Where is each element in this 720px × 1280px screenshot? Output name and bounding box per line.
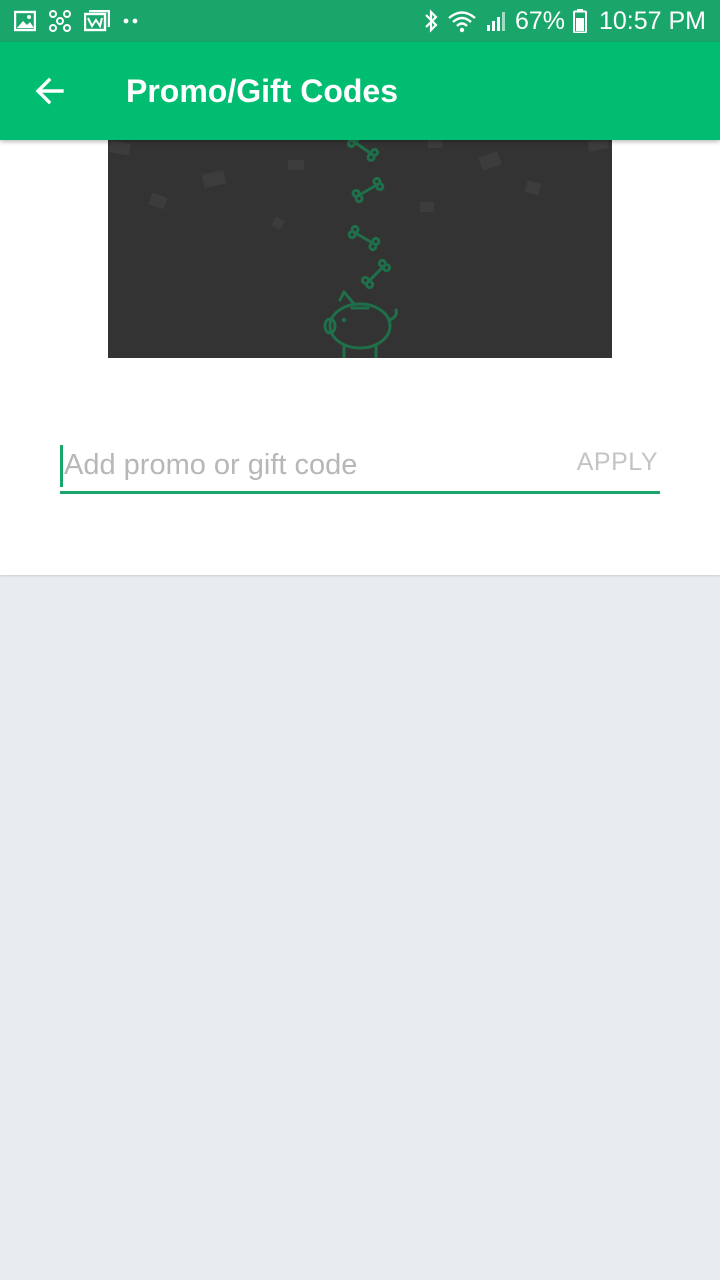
mail-icon <box>84 10 110 32</box>
clock: 10:57 PM <box>598 6 706 35</box>
status-bar-notifications <box>14 9 140 33</box>
gallery-icon <box>14 10 36 32</box>
signal-icon <box>485 10 507 32</box>
piggy-bank-illustration <box>108 140 612 358</box>
back-button[interactable] <box>20 61 80 121</box>
status-bar: 67% 10:57 PM <box>0 0 720 42</box>
status-bar-system: 67% 10:57 PM <box>423 7 706 36</box>
bluetooth-icon <box>423 8 439 34</box>
promo-code-field: APPLY <box>60 440 660 494</box>
promo-card: APPLY <box>0 140 720 575</box>
battery-percent: 67% <box>514 6 565 35</box>
text-cursor <box>60 444 63 487</box>
page-title: Promo/Gift Codes <box>126 72 399 109</box>
wifi-icon <box>447 9 477 33</box>
promo-code-input[interactable] <box>64 441 577 490</box>
app-bar: Promo/Gift Codes <box>0 42 720 140</box>
battery-icon <box>572 9 587 33</box>
more-dots-icon <box>122 17 140 25</box>
arrow-left-icon <box>35 77 64 105</box>
apply-button[interactable]: APPLY <box>577 448 660 483</box>
fan-icon <box>48 9 72 33</box>
